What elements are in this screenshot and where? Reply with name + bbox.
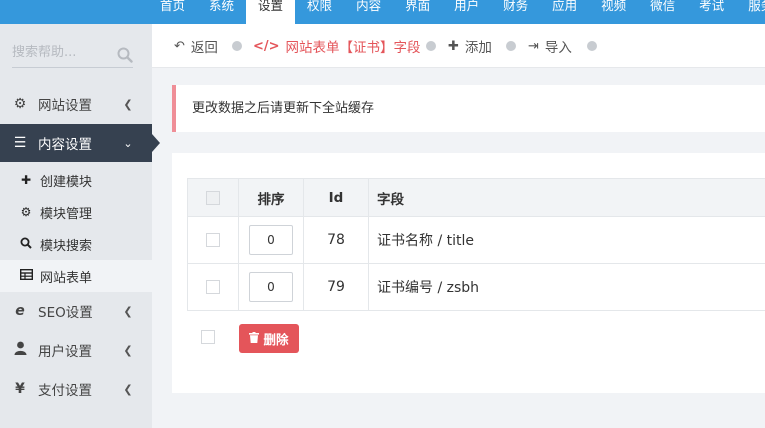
gear-icon: ⚙ <box>13 96 27 112</box>
search-icon <box>18 237 34 252</box>
table-header-row: 排序 Id 字段 <box>187 178 765 217</box>
current-page-tab[interactable]: </> 网站表单【证书】字段 <box>253 37 421 57</box>
back-label: 返回 <box>190 40 218 56</box>
sidebar-item-label: 网站设置 <box>38 98 92 114</box>
yen-icon: ¥ <box>15 381 25 397</box>
separator-dot <box>426 41 436 51</box>
separator-dot <box>506 41 516 51</box>
sidebar-item-label: SEO设置 <box>38 305 93 321</box>
chevron-left-icon: ❮ <box>123 343 133 357</box>
sidebar-subitem-module-manage[interactable]: ⚙ 模块管理 <box>0 196 152 228</box>
row-checkbox[interactable] <box>206 233 220 247</box>
sidebar-item-label: 支付设置 <box>38 383 92 399</box>
table-row: 79 证书编号 / zsbh <box>187 263 765 311</box>
top-nav-item[interactable]: 权限 <box>295 0 344 24</box>
menu-bars-icon: ☰ <box>13 135 27 151</box>
top-nav-item[interactable]: 用户 <box>442 0 491 24</box>
order-cell <box>238 216 304 264</box>
ie-icon: e <box>15 303 25 319</box>
top-nav-item[interactable]: 应用 <box>540 0 589 24</box>
sidebar-item-label: 用户设置 <box>38 344 92 360</box>
search-input[interactable] <box>12 42 107 62</box>
top-nav-item[interactable]: 系统 <box>197 0 246 24</box>
top-nav-items: 首页系统设置权限内容界面用户财务应用视频微信考试服务 <box>148 0 765 26</box>
cache-notice-text: 更改数据之后请更新下全站缓存 <box>192 101 375 116</box>
header-order: 排序 <box>238 178 304 217</box>
sidebar-item-user-settings[interactable]: 用户设置 ❮ <box>0 330 152 370</box>
sidebar-item-label: 内容设置 <box>38 137 92 153</box>
top-nav-item[interactable]: 视频 <box>589 0 638 24</box>
select-all-checkbox[interactable] <box>206 190 220 205</box>
top-nav-item[interactable]: 内容 <box>344 0 393 24</box>
id-cell: 78 <box>303 216 369 264</box>
top-nav-item[interactable]: 首页 <box>148 0 197 24</box>
separator-dot <box>232 41 242 51</box>
chevron-left-icon: ❮ <box>123 97 133 111</box>
top-nav-item[interactable]: 微信 <box>638 0 687 24</box>
sidebar-subitem-create-module[interactable]: ✚ 创建模块 <box>0 164 152 196</box>
header-id: Id <box>303 178 369 217</box>
id-cell: 79 <box>303 263 369 311</box>
sidebar-search <box>12 38 133 68</box>
select-all-cell <box>187 178 239 217</box>
add-label: 添加 <box>464 40 492 56</box>
import-label: 导入 <box>544 40 572 56</box>
user-icon <box>10 341 30 359</box>
cogs-icon: ⚙ <box>20 205 32 219</box>
fields-table: 排序 Id 字段 78 证书名称 / title 79 证书编号 / zsbh <box>187 178 765 311</box>
row-checkbox[interactable] <box>206 280 220 294</box>
add-button[interactable]: ✚ 添加 <box>448 37 492 57</box>
sidebar-item-pay-settings[interactable]: ¥ 支付设置 ❮ <box>0 370 152 408</box>
sidebar: ⚙ 网站设置 ❮ ☰ 内容设置 ⌄ ✚ 创建模块 ⚙ 模块管理 模块搜索 网站表… <box>0 24 160 428</box>
bulk-select-checkbox[interactable] <box>201 330 215 344</box>
sidebar-item-content-settings[interactable]: ☰ 内容设置 ⌄ <box>0 124 160 162</box>
field-cell: 证书编号 / zsbh <box>368 263 765 311</box>
field-cell: 证书名称 / title <box>368 216 765 264</box>
search-icon[interactable] <box>117 47 133 63</box>
sidebar-subitem-module-search[interactable]: 模块搜索 <box>0 228 152 260</box>
sidebar-subitem-label: 模块搜索 <box>40 238 93 254</box>
sidebar-subitem-label: 创建模块 <box>40 174 93 190</box>
current-page-label: 网站表单【证书】字段 <box>285 40 421 56</box>
order-input[interactable] <box>249 225 293 255</box>
header-field: 字段 <box>368 178 765 217</box>
row-select-cell <box>187 263 239 311</box>
separator-dot <box>587 41 597 51</box>
fields-panel: 排序 Id 字段 78 证书名称 / title 79 证书编号 / zsbh <box>172 153 765 393</box>
plus-icon: ✚ <box>20 173 32 187</box>
sidebar-item-seo-settings[interactable]: e SEO设置 ❮ <box>0 292 152 330</box>
plus-icon: ✚ <box>448 38 459 54</box>
code-icon: </> <box>253 38 280 54</box>
sidebar-subitem-label: 模块管理 <box>40 206 93 222</box>
table-row: 78 证书名称 / title <box>187 216 765 264</box>
order-input[interactable] <box>249 272 293 302</box>
chevron-left-icon: ❮ <box>123 304 133 318</box>
delete-label: 删除 <box>263 332 289 347</box>
chevron-left-icon: ❮ <box>123 382 133 396</box>
chevron-down-icon: ⌄ <box>123 136 133 150</box>
import-button[interactable]: ⇥ 导入 <box>528 37 572 57</box>
top-nav-item[interactable]: 界面 <box>393 0 442 24</box>
top-nav-item[interactable]: 设置 <box>246 0 296 26</box>
sidebar-subitem-site-form[interactable]: 网站表单 <box>0 260 152 292</box>
top-nav-item[interactable]: 财务 <box>491 0 540 24</box>
action-toolbar: ↶ 返回 </> 网站表单【证书】字段 ✚ 添加 ⇥ 导入 <box>152 24 765 68</box>
top-nav-item[interactable]: 服务 <box>736 0 765 24</box>
top-nav: 首页系统设置权限内容界面用户财务应用视频微信考试服务 <box>0 0 765 26</box>
row-select-cell <box>187 216 239 264</box>
trash-icon <box>249 331 260 346</box>
sign-in-icon: ⇥ <box>528 38 539 54</box>
back-arrow-icon: ↶ <box>174 38 185 54</box>
delete-button[interactable]: 删除 <box>239 324 299 353</box>
sidebar-item-site-settings[interactable]: ⚙ 网站设置 ❮ <box>0 84 152 124</box>
cache-notice: 更改数据之后请更新下全站缓存 <box>172 85 765 132</box>
top-nav-item[interactable]: 考试 <box>687 0 736 24</box>
sidebar-subitem-label: 网站表单 <box>40 270 93 286</box>
back-button[interactable]: ↶ 返回 <box>174 37 218 57</box>
table-icon <box>18 268 34 283</box>
order-cell <box>238 263 304 311</box>
